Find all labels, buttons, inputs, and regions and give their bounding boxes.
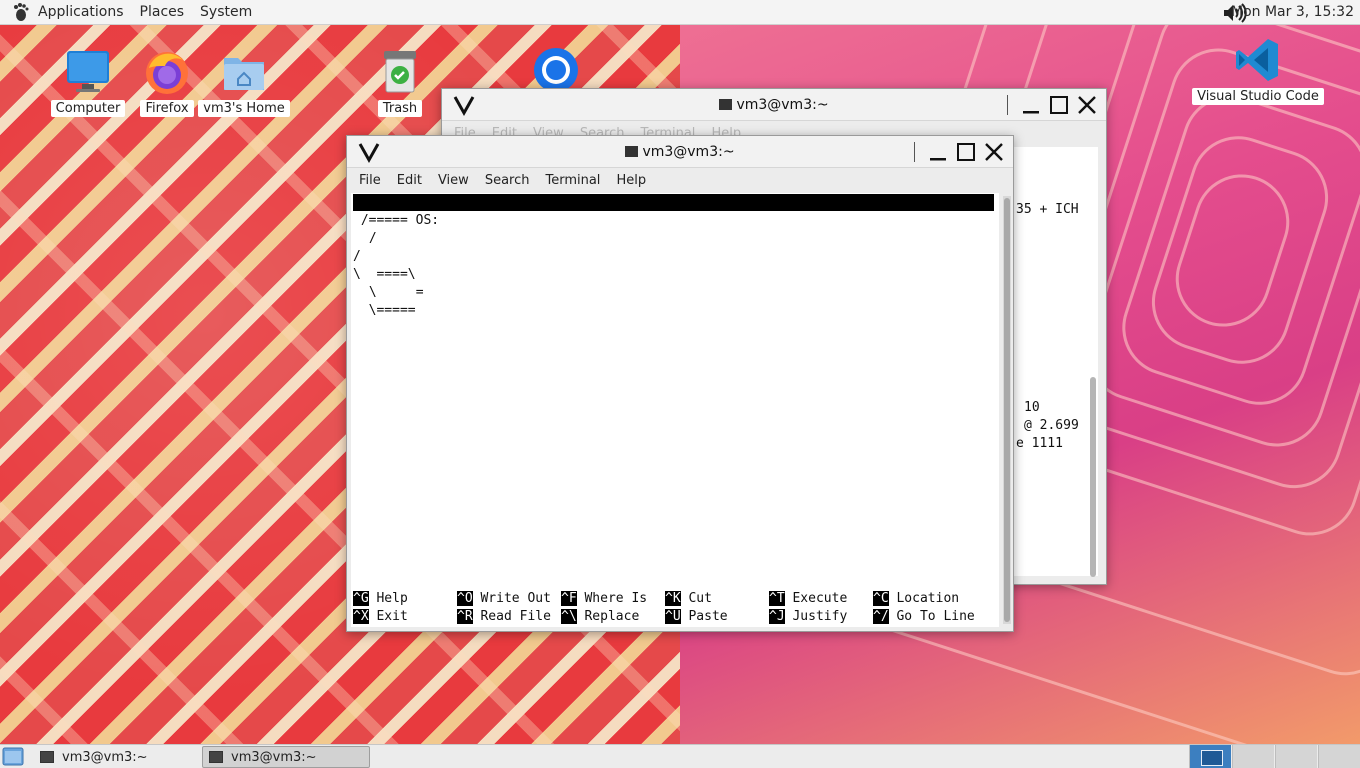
editor-line: \ ====\ <box>353 267 416 282</box>
workspace-2[interactable] <box>1232 745 1274 768</box>
terminal-window-front[interactable]: vm3@vm3:~ File Edit View Search Terminal… <box>346 135 1014 632</box>
shortcut-write-out[interactable]: ^O Write Out <box>457 590 551 608</box>
shortcut-help[interactable]: ^G Help <box>353 590 408 608</box>
maximize-button[interactable] <box>1046 92 1072 118</box>
taskbar-button-label: vm3@vm3:~ <box>62 749 148 765</box>
desktop-icon-label: vm3's Home <box>198 100 290 117</box>
home-folder-icon <box>224 58 264 90</box>
maximize-icon <box>957 143 975 161</box>
close-button[interactable] <box>981 139 1007 165</box>
editor-line: /===== OS: <box>353 213 440 228</box>
editor-line: \ = <box>361 285 424 300</box>
taskbar-button[interactable]: vm3@vm3:~ <box>34 746 194 768</box>
close-button[interactable] <box>1074 92 1100 118</box>
clock[interactable]: Mon Mar 3, 15:32 <box>1231 0 1354 25</box>
show-desktop-icon[interactable] <box>2 747 24 766</box>
nano-modified-status: Modified <box>914 246 977 261</box>
menu-terminal[interactable]: Terminal <box>537 173 608 188</box>
desktop-icon-label: Computer <box>50 100 126 117</box>
window-menubar: File Edit View Search Terminal Help <box>347 168 1013 192</box>
minimize-button[interactable] <box>925 139 951 165</box>
shortcut-justify[interactable]: ^J Justify <box>769 608 847 626</box>
window-menu-icon[interactable] <box>357 140 381 164</box>
shortcut-go-to-line[interactable]: ^/ Go To Line <box>873 608 975 626</box>
trash-icon <box>384 51 416 93</box>
editor-line: / <box>353 249 361 264</box>
nano-header-bar: GNU nano 8.3 neofetch Modified <box>353 194 994 261</box>
menu-edit[interactable]: Edit <box>389 173 430 188</box>
taskbar-button-active[interactable]: vm3@vm3:~ <box>202 746 370 768</box>
window-menu-icon[interactable] <box>452 93 476 117</box>
desktop-icon-computer[interactable]: Computer <box>43 48 133 117</box>
places-menu[interactable]: Places <box>132 0 193 25</box>
minimize-icon <box>1023 111 1039 114</box>
maximize-icon <box>1050 96 1068 114</box>
terminal-icon <box>209 751 223 763</box>
desktop-icon-chromium[interactable] <box>511 46 601 94</box>
terminal-line: @ 2.699 <box>1024 418 1079 433</box>
close-icon <box>985 143 1003 161</box>
shortcut-location[interactable]: ^C Location <box>873 590 959 608</box>
shortcut-cut[interactable]: ^K Cut <box>665 590 712 608</box>
desktop-icon-trash[interactable]: Trash <box>355 48 445 117</box>
shortcut-paste[interactable]: ^U Paste <box>665 608 728 626</box>
terminal-icon <box>625 145 639 157</box>
menu-search[interactable]: Search <box>477 173 538 188</box>
desktop-icon-vscode[interactable]: Visual Studio Code <box>1192 36 1324 105</box>
nano-filename: neofetch <box>658 229 721 244</box>
scrollbar[interactable] <box>1090 377 1096 577</box>
shortcut-execute[interactable]: ^T Execute <box>769 590 847 608</box>
window-titlebar[interactable]: vm3@vm3:~ <box>442 89 1106 121</box>
scrollbar-thumb[interactable] <box>1004 198 1010 622</box>
workspace-4[interactable] <box>1318 745 1360 768</box>
minimize-button[interactable] <box>1018 92 1044 118</box>
desktop-icon-label: Firefox <box>140 100 194 117</box>
editor-line: / <box>361 231 377 246</box>
applications-menu[interactable]: Applications <box>30 0 132 25</box>
scrollbar[interactable] <box>1003 196 1011 624</box>
desktop-icon-label: Visual Studio Code <box>1192 88 1324 105</box>
shortcut-where-is[interactable]: ^F Where Is <box>561 590 647 608</box>
terminal-output[interactable]: GNU nano 8.3 neofetch Modified /===== OS… <box>351 193 999 627</box>
menu-view[interactable]: View <box>430 173 477 188</box>
shortcut-read-file[interactable]: ^R Read File <box>457 608 551 626</box>
shortcut-exit[interactable]: ^X Exit <box>353 608 408 626</box>
window-titlebar[interactable]: vm3@vm3:~ <box>347 136 1013 168</box>
desktop-icon-home[interactable]: vm3's Home <box>198 48 290 117</box>
terminal-line: 10 <box>1024 400 1040 415</box>
chromium-icon <box>534 48 578 92</box>
editor-line: \===== <box>353 303 416 318</box>
bottom-panel: vm3@vm3:~ vm3@vm3:~ <box>0 744 1360 768</box>
shortcut-replace[interactable]: ^\ Replace <box>561 608 639 626</box>
terminal-icon <box>40 751 54 763</box>
close-icon <box>1078 96 1096 114</box>
workspace-1[interactable] <box>1189 745 1231 768</box>
menu-file[interactable]: File <box>351 173 389 188</box>
terminal-line: e 1111 <box>1016 436 1063 451</box>
workspace-3[interactable] <box>1275 745 1317 768</box>
vscode-icon <box>1236 39 1278 81</box>
menu-help[interactable]: Help <box>608 173 654 188</box>
system-menu[interactable]: System <box>192 0 260 25</box>
terminal-line: 35 + ICH <box>1016 202 1079 217</box>
firefox-icon <box>146 52 188 94</box>
taskbar-button-label: vm3@vm3:~ <box>231 749 317 765</box>
minimize-icon <box>930 158 946 161</box>
desktop-icon-label: Trash <box>377 100 423 117</box>
terminal-icon <box>719 98 733 110</box>
computer-icon <box>67 51 109 92</box>
maximize-button[interactable] <box>953 139 979 165</box>
gnome-foot-icon[interactable] <box>10 2 30 22</box>
top-panel: Applications Places System Mon Mar 3, 15… <box>0 0 1360 25</box>
